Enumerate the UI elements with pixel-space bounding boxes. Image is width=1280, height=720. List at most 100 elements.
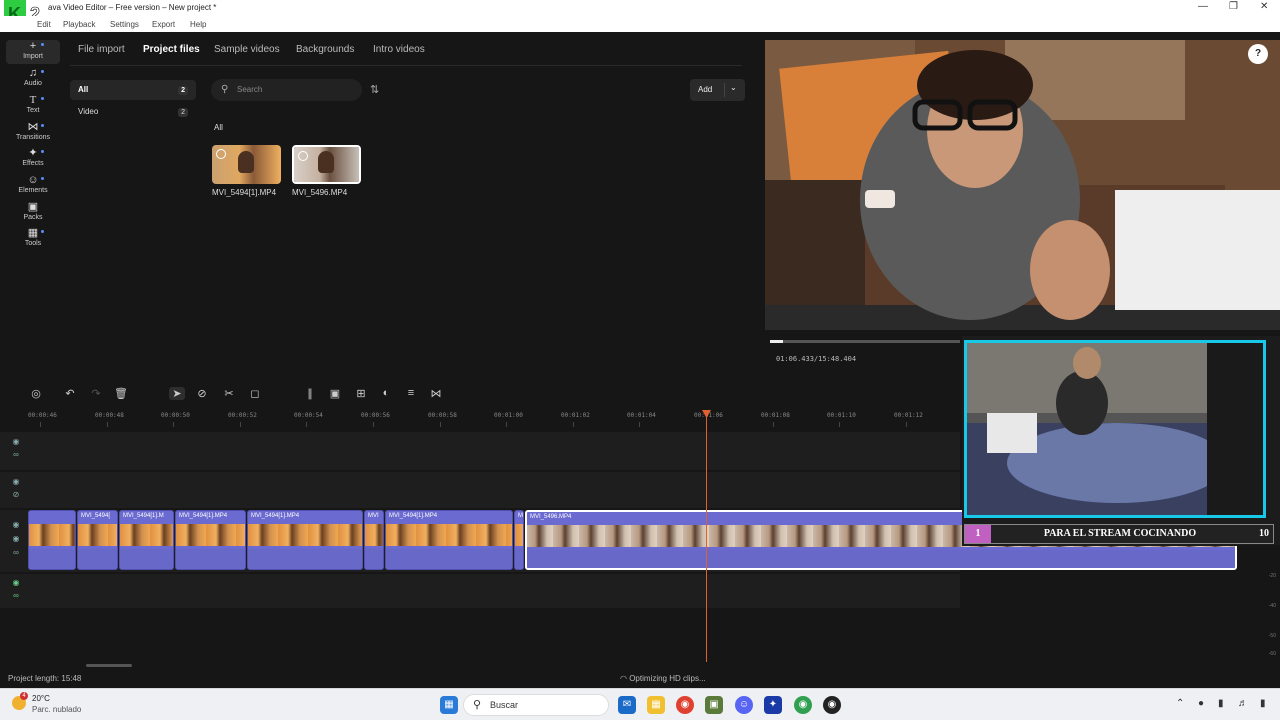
file-thumbnail[interactable] (212, 145, 281, 184)
video-preview[interactable] (765, 40, 1280, 330)
movavi-icon[interactable]: ✦ (764, 696, 782, 714)
help-icon[interactable]: ? (1248, 44, 1268, 64)
windows-start-icon[interactable]: ▦ (440, 696, 458, 714)
network-icon[interactable]: ▮ (1218, 698, 1224, 709)
timeline-clip[interactable]: MVI (364, 510, 384, 570)
ruler-tick-mark (773, 422, 774, 427)
transition-icon[interactable]: ⋈ (428, 387, 444, 400)
audio-wave-icon[interactable]: ∥ (302, 387, 318, 400)
rail-elements[interactable]: ☺ Elements (6, 174, 60, 198)
link-icon[interactable]: ∞ (8, 548, 24, 557)
rail-tools[interactable]: ▦ Tools (6, 227, 60, 251)
chrome-icon[interactable]: ◉ (676, 696, 694, 714)
rail-label: Tools (24, 240, 42, 247)
menu-playback[interactable]: Playback (63, 20, 95, 29)
volume-icon[interactable]: ♬ (1238, 698, 1248, 709)
ruler-tick-mark (639, 422, 640, 427)
ruler-tick-label: 00:01:08 (761, 412, 790, 419)
rail-audio[interactable]: ♫ Audio (6, 67, 60, 91)
timecode: 01:06.433/15:48.404 (776, 355, 857, 363)
search-input[interactable]: ⚲ Search (211, 79, 362, 101)
chrome-profile-icon[interactable]: ◉ (794, 696, 812, 714)
timeline-clip[interactable] (28, 510, 76, 570)
rail-label: Audio (24, 80, 42, 87)
stream-banner: 1 PARA EL STREAM COCINANDO 10 (964, 524, 1274, 544)
tab-file-import[interactable]: File import (78, 44, 125, 55)
rail-transitions[interactable]: ⋈ Transitions (6, 121, 60, 145)
ruler-tick-mark (839, 422, 840, 427)
menu-export[interactable]: Export (152, 20, 175, 29)
crop-icon[interactable]: ⊞ (353, 387, 369, 400)
timeline-clip[interactable]: MVI_5494[1].M (119, 510, 174, 570)
chevron-down-icon[interactable]: ⌄ (730, 83, 737, 92)
timeline-clip[interactable]: M (514, 510, 524, 570)
record-icon[interactable]: ◎ (28, 387, 44, 400)
obs-icon[interactable]: ◉ (823, 696, 841, 714)
play-icon (216, 149, 226, 159)
chevron-up-icon[interactable]: ⌃ (1176, 698, 1184, 709)
undo-icon[interactable]: ↶ (62, 387, 78, 400)
restore-icon[interactable]: ❐ (1229, 1, 1238, 12)
taskbar-search-placeholder: Buscar (490, 700, 519, 710)
color-icon[interactable]: ◐ (378, 387, 394, 399)
trash-icon[interactable]: 🗑 (113, 387, 129, 400)
rail-import[interactable]: + Import (6, 40, 60, 64)
audio-icon[interactable]: ◉ (8, 534, 24, 543)
crop-frame-icon[interactable]: ▣ (327, 387, 343, 400)
category-video[interactable]: Video 2 (70, 102, 196, 122)
timeline-scrollbar[interactable] (86, 664, 132, 667)
timeline-clip[interactable]: MVI_5494[ (77, 510, 118, 570)
sort-icon[interactable]: ⇅ (370, 83, 379, 96)
preview-seekbar[interactable] (770, 340, 960, 343)
discord-icon[interactable]: ☺ (735, 696, 753, 714)
speaker-icon[interactable]: ◉ (8, 578, 24, 587)
playhead[interactable] (706, 410, 707, 662)
taskbar-search[interactable]: ⚲ Buscar (463, 694, 609, 716)
menu-edit[interactable]: Edit (37, 20, 51, 29)
minimize-icon[interactable]: — (1198, 1, 1208, 12)
menu-help[interactable]: Help (190, 20, 206, 29)
scissors-icon[interactable]: ✂ (221, 387, 237, 400)
timeline-clip[interactable]: MVI_5494[1].MP4 (385, 510, 513, 570)
plus-icon: + (29, 40, 37, 52)
eye-icon[interactable]: ◉ (8, 520, 24, 529)
erase-icon[interactable]: ⊘ (194, 387, 210, 400)
file-thumbnail-selected[interactable] (292, 145, 361, 184)
link-icon[interactable]: ∞ (8, 450, 24, 459)
search-icon: ⚲ (473, 699, 482, 711)
rail-effects[interactable]: ✦ Effects (6, 147, 60, 171)
menu-settings[interactable]: Settings (110, 20, 139, 29)
file-explorer-icon[interactable]: ▦ (647, 696, 665, 714)
timeline-clip[interactable]: MVI_5494[1].MP4 (175, 510, 246, 570)
hide-icon[interactable]: ⊘ (8, 490, 24, 499)
adjust-icon[interactable]: ≡ (403, 387, 419, 399)
rail-packs[interactable]: ▣ Packs (6, 201, 60, 225)
category-all[interactable]: All 2 (70, 80, 196, 100)
eye-icon[interactable]: ◉ (8, 437, 24, 446)
timeline-clip[interactable]: MVI_5494[1].MP4 (247, 510, 363, 570)
marker-icon[interactable]: ◻ (247, 387, 263, 400)
tab-intro-videos[interactable]: Intro videos (373, 44, 425, 55)
tab-project-files[interactable]: Project files (143, 44, 200, 55)
eye-icon[interactable]: ◉ (8, 477, 24, 486)
add-button[interactable]: Add ⌄ (690, 79, 745, 101)
clip-label: MVI (368, 513, 379, 519)
redo-icon[interactable]: ↷ (88, 387, 104, 400)
microphone-icon[interactable]: ● (1198, 698, 1204, 709)
close-icon[interactable]: ✕ (1260, 1, 1268, 12)
notification-badge: 4 (20, 692, 28, 700)
tab-backgrounds[interactable]: Backgrounds (296, 44, 354, 55)
select-pointer-icon[interactable]: ➤ (169, 387, 185, 400)
meter-label: -60 (1268, 651, 1276, 657)
outlook-icon[interactable]: ✉ (618, 696, 636, 714)
taskbar: 4 20°C Parc. nublado ▦ ⚲ Buscar ✉ ▦ ◉ ▣ … (0, 688, 1280, 720)
battery-icon[interactable]: ▮ (1260, 698, 1266, 709)
ruler-tick-mark (906, 422, 907, 427)
rail-text[interactable]: T Text (6, 94, 60, 118)
optimizing-text: Optimizing HD clips... (629, 674, 706, 683)
timeline-ruler[interactable]: 00:00:46 00:00:48 00:00:50 00:00:52 00:00:54… (0, 408, 960, 430)
tab-sample-videos[interactable]: Sample videos (214, 44, 280, 55)
minecraft-icon[interactable]: ▣ (705, 696, 723, 714)
link-icon[interactable]: ∞ (8, 591, 24, 600)
track-text (0, 432, 960, 470)
